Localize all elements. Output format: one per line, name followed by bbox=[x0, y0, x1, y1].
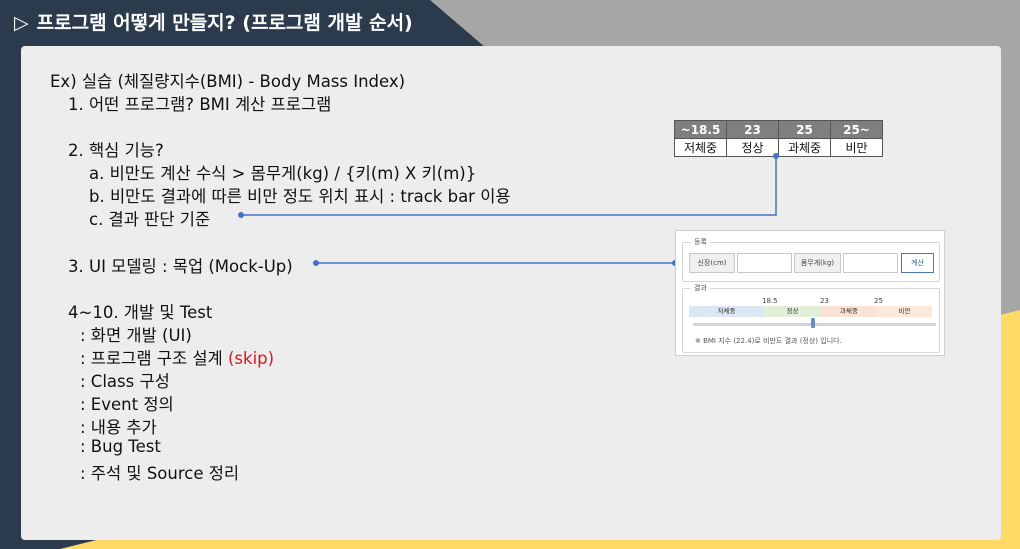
register-group: 등록 신장(cm) 몸무게(kg) 계산 bbox=[682, 237, 940, 282]
bmi-label-cell: 정상 bbox=[726, 138, 779, 157]
step-1: 1. 어떤 프로그램? BMI 계산 프로그램 bbox=[68, 95, 332, 114]
register-group-label: 등록 bbox=[691, 237, 710, 247]
segment-overweight: 과체중 bbox=[821, 306, 877, 317]
bmi-label-cell: 저체중 bbox=[674, 138, 727, 157]
height-label: 신장(cm) bbox=[689, 253, 735, 273]
segment-obese: 비만 bbox=[877, 306, 932, 317]
segment-normal: 정상 bbox=[764, 306, 821, 317]
task-content: : 내용 추가 bbox=[80, 418, 157, 437]
trackbar-thumb[interactable] bbox=[811, 318, 816, 328]
step-2a: a. 비만도 계산 수식 > 몸무게(kg) / {키(m) X 키(m)} bbox=[89, 164, 477, 183]
bmi-tick-label: 23 bbox=[820, 297, 829, 305]
mockup-window: 등록 신장(cm) 몸무게(kg) 계산 결과 18.5 23 25 저체중 정… bbox=[675, 230, 945, 356]
bmi-header-cell: 25 bbox=[778, 120, 831, 139]
task-structure-text: : 프로그램 구조 설계 bbox=[80, 349, 223, 368]
task-comments: : 주석 및 Source 정리 bbox=[80, 464, 240, 483]
bmi-label-cell: 비만 bbox=[830, 138, 883, 157]
task-class: : Class 구성 bbox=[80, 372, 170, 391]
result-group: 결과 18.5 23 25 저체중 정상 과체중 비만 ※ BMI 지수 (22… bbox=[682, 283, 940, 353]
skip-label: (skip) bbox=[227, 349, 275, 368]
bmi-criteria-table: ~18.5 23 25 25~ 저체중 정상 과체중 비만 bbox=[674, 120, 883, 157]
task-event: : Event 정의 bbox=[80, 395, 174, 414]
step-3: 3. UI 모델링 : 목업 (Mock-Up) bbox=[68, 257, 293, 276]
weight-input[interactable] bbox=[843, 253, 898, 273]
bmi-tick-label: 18.5 bbox=[762, 297, 778, 305]
bmi-result-note: ※ BMI 지수 (22.4)로 비만도 결과 (정상) 입니다. bbox=[695, 337, 842, 345]
step-2c: c. 결과 판단 기준 bbox=[89, 210, 211, 229]
calculate-button[interactable]: 계산 bbox=[901, 253, 934, 273]
step-2b: b. 비만도 결과에 따른 비만 정도 위치 표시 : track bar 이용 bbox=[89, 187, 511, 206]
step-2: 2. 핵심 기능? bbox=[68, 141, 164, 160]
step-4-10: 4~10. 개발 및 Test bbox=[68, 303, 213, 322]
slide-title: ▷ 프로그램 어떻게 만들지? (프로그램 개발 순서) bbox=[14, 6, 413, 40]
bmi-label-cell: 과체중 bbox=[778, 138, 831, 157]
task-ui: : 화면 개발 (UI) bbox=[80, 326, 192, 345]
bmi-header-cell: 23 bbox=[726, 120, 779, 139]
segment-underweight: 저체중 bbox=[689, 306, 764, 317]
task-bugtest: : Bug Test bbox=[80, 437, 161, 456]
task-structure: : 프로그램 구조 설계 (skip) bbox=[80, 345, 274, 369]
bmi-header-cell: 25~ bbox=[830, 120, 883, 139]
slide-title-text: 프로그램 어떻게 만들지? (프로그램 개발 순서) bbox=[36, 12, 413, 34]
example-heading: Ex) 실습 (체질량지수(BMI) - Body Mass Index) bbox=[50, 72, 406, 91]
result-group-label: 결과 bbox=[691, 283, 710, 293]
height-input[interactable] bbox=[737, 253, 792, 273]
weight-label: 몸무게(kg) bbox=[794, 253, 841, 273]
bmi-header-cell: ~18.5 bbox=[674, 120, 727, 139]
bmi-tick-label: 25 bbox=[874, 297, 883, 305]
play-triangle-icon: ▷ bbox=[14, 12, 29, 34]
